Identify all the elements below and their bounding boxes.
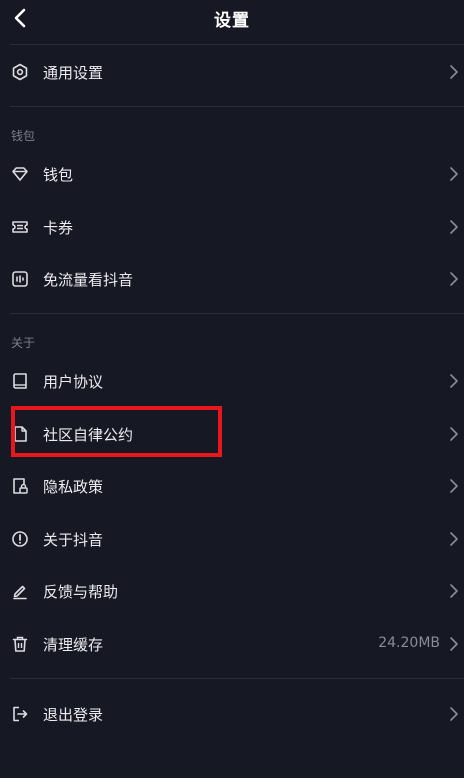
clear-cache-item[interactable]: 清理缓存 24.20MB <box>0 622 464 666</box>
top-bar: 设置 <box>0 0 464 40</box>
divider <box>10 313 464 314</box>
chevron-right-icon <box>450 707 458 721</box>
chevron-right-icon <box>450 637 458 651</box>
logout-icon <box>10 704 30 724</box>
chevron-right-icon <box>450 167 458 181</box>
coupons-item[interactable]: 卡券 <box>0 205 464 249</box>
privacy-lock-icon <box>10 476 30 496</box>
about-douyin-item[interactable]: 关于抖音 <box>0 517 464 561</box>
wallet-label: 钱包 <box>43 166 74 184</box>
info-circle-icon <box>10 529 30 549</box>
chevron-right-icon <box>450 427 458 441</box>
data-free-icon <box>10 269 30 289</box>
diamond-icon <box>10 164 30 184</box>
chevron-right-icon <box>450 220 458 234</box>
wallet-item[interactable]: 钱包 <box>0 152 464 196</box>
chevron-right-icon <box>450 272 458 286</box>
ticket-icon <box>10 217 30 237</box>
section-label-about: 关于 <box>11 336 36 350</box>
logout-item[interactable]: 退出登录 <box>0 692 464 736</box>
chevron-right-icon <box>450 584 458 598</box>
privacy-policy-item[interactable]: 隐私政策 <box>0 464 464 508</box>
about-douyin-label: 关于抖音 <box>43 531 104 549</box>
user-agreement-label: 用户协议 <box>43 373 104 391</box>
user-agreement-item[interactable]: 用户协议 <box>0 359 464 403</box>
free-data-label: 免流量看抖音 <box>43 271 134 289</box>
chevron-right-icon <box>450 479 458 493</box>
hexagon-settings-icon <box>10 62 30 82</box>
document-icon <box>10 424 30 444</box>
feedback-help-item[interactable]: 反馈与帮助 <box>0 569 464 613</box>
general-settings-item[interactable]: 通用设置 <box>0 50 464 94</box>
chevron-right-icon <box>450 374 458 388</box>
clear-cache-label: 清理缓存 <box>43 636 104 654</box>
general-settings-label: 通用设置 <box>43 64 104 82</box>
book-icon <box>10 371 30 391</box>
chevron-right-icon <box>450 532 458 546</box>
pencil-icon <box>10 581 30 601</box>
chevron-right-icon <box>450 65 458 79</box>
divider <box>10 106 464 107</box>
trash-icon <box>10 634 30 654</box>
page-title: 设置 <box>214 11 250 31</box>
coupons-label: 卡券 <box>43 219 74 237</box>
section-label-wallet: 钱包 <box>11 129 36 143</box>
community-guidelines-label: 社区自律公约 <box>43 426 134 444</box>
logout-label: 退出登录 <box>43 706 104 724</box>
divider <box>10 678 464 679</box>
cache-size-value: 24.20MB <box>378 635 440 651</box>
privacy-policy-label: 隐私政策 <box>43 478 104 496</box>
community-guidelines-item[interactable]: 社区自律公约 <box>0 412 464 456</box>
divider <box>10 44 464 45</box>
feedback-help-label: 反馈与帮助 <box>43 583 119 601</box>
free-data-item[interactable]: 免流量看抖音 <box>0 257 464 301</box>
